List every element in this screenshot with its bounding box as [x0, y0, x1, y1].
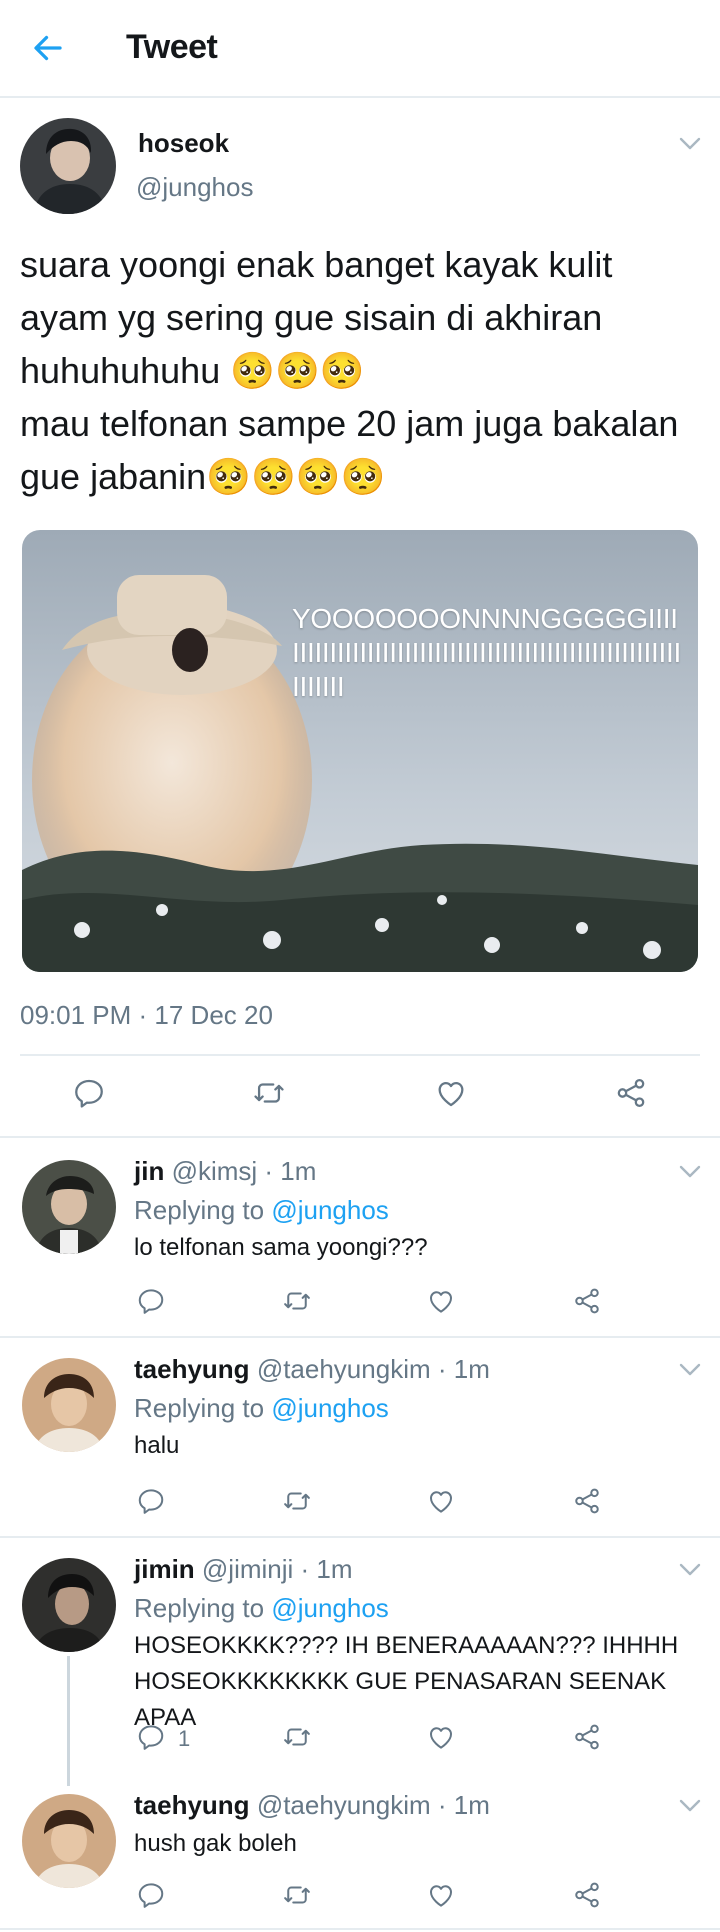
avatar[interactable] [22, 1160, 116, 1254]
author-meta: @kimsj · 1m [171, 1156, 317, 1186]
author-handle[interactable]: @junghos [136, 172, 253, 203]
author-meta: @taehyungkim · 1m [256, 1354, 490, 1384]
cat-meme-image [22, 530, 698, 972]
reply-text: hush gak boleh [134, 1830, 297, 1857]
avatar-image [22, 1558, 116, 1652]
reply-icon[interactable] [136, 1486, 166, 1516]
divider [0, 1536, 720, 1538]
replying-to-label: Replying to [134, 1393, 265, 1423]
avatar[interactable] [22, 1358, 116, 1452]
chevron-down-icon[interactable] [678, 1164, 702, 1180]
share-icon[interactable] [572, 1286, 602, 1316]
chevron-down-icon[interactable] [678, 136, 702, 152]
like-icon[interactable] [426, 1486, 456, 1516]
reply-icon[interactable] [136, 1722, 166, 1752]
author-name[interactable]: taehyung [134, 1354, 250, 1384]
share-icon[interactable] [614, 1076, 648, 1110]
share-icon[interactable] [572, 1880, 602, 1910]
avatar-image [22, 1160, 116, 1254]
reply-text: halu [134, 1432, 180, 1459]
retweet-icon[interactable] [282, 1722, 312, 1752]
author-name[interactable]: jin [134, 1156, 164, 1186]
replying-to-label: Replying to [134, 1593, 265, 1623]
author-name[interactable]: taehyung [134, 1790, 250, 1820]
retweet-icon[interactable] [282, 1486, 312, 1516]
tweet-media[interactable]: YOOOOOOONNNNGGGGGIIIIIIIIIIIIIIIIIIIIIII… [22, 530, 698, 972]
media-caption: YOOOOOOONNNNGGGGGIIIIIIIIIIIIIIIIIIIIIII… [292, 603, 681, 702]
page-title: Tweet [126, 28, 218, 66]
avatar[interactable] [22, 1794, 116, 1888]
divider [20, 1054, 700, 1056]
reply-count: 1 [178, 1726, 191, 1751]
tweet-timestamp: 09:01 PM · 17 Dec 20 [20, 1000, 273, 1030]
reply-text: HOSEOKKKK???? IH BENERAAAAAN??? IHHHH HO… [134, 1632, 679, 1731]
divider [0, 1336, 720, 1338]
like-icon[interactable] [434, 1076, 468, 1110]
reply-icon[interactable] [136, 1880, 166, 1910]
author-name[interactable]: hoseok [138, 128, 229, 159]
share-icon[interactable] [572, 1722, 602, 1752]
retweet-icon[interactable] [252, 1076, 286, 1110]
thread-connector [67, 1656, 70, 1786]
reply-text: lo telfonan sama yoongi??? [134, 1234, 428, 1261]
replying-to-link[interactable]: @junghos [271, 1195, 388, 1225]
top-app-bar: Tweet [0, 0, 720, 98]
author-meta: @jiminji · 1m [201, 1554, 353, 1584]
author-meta: @taehyungkim · 1m [256, 1790, 490, 1820]
avatar-image [22, 1358, 116, 1452]
share-icon[interactable] [572, 1486, 602, 1516]
avatar-image [22, 1794, 116, 1888]
like-icon[interactable] [426, 1286, 456, 1316]
chevron-down-icon[interactable] [678, 1562, 702, 1578]
retweet-icon[interactable] [282, 1286, 312, 1316]
reply-icon[interactable] [72, 1076, 106, 1110]
avatar-image [20, 118, 116, 214]
tweet-text: suara yoongi enak banget kayak kulit aya… [20, 244, 679, 497]
replying-to-link[interactable]: @junghos [271, 1393, 388, 1423]
divider [0, 1136, 720, 1138]
avatar[interactable] [20, 118, 116, 214]
avatar[interactable] [22, 1558, 116, 1652]
like-icon[interactable] [426, 1722, 456, 1752]
chevron-down-icon[interactable] [678, 1362, 702, 1378]
author-name[interactable]: jimin [134, 1554, 195, 1584]
replying-to-link[interactable]: @junghos [271, 1593, 388, 1623]
reply-icon[interactable] [136, 1286, 166, 1316]
chevron-down-icon[interactable] [678, 1798, 702, 1814]
divider [0, 1928, 720, 1930]
arrow-left-icon[interactable] [30, 30, 66, 66]
replying-to-label: Replying to [134, 1195, 265, 1225]
like-icon[interactable] [426, 1880, 456, 1910]
retweet-icon[interactable] [282, 1880, 312, 1910]
